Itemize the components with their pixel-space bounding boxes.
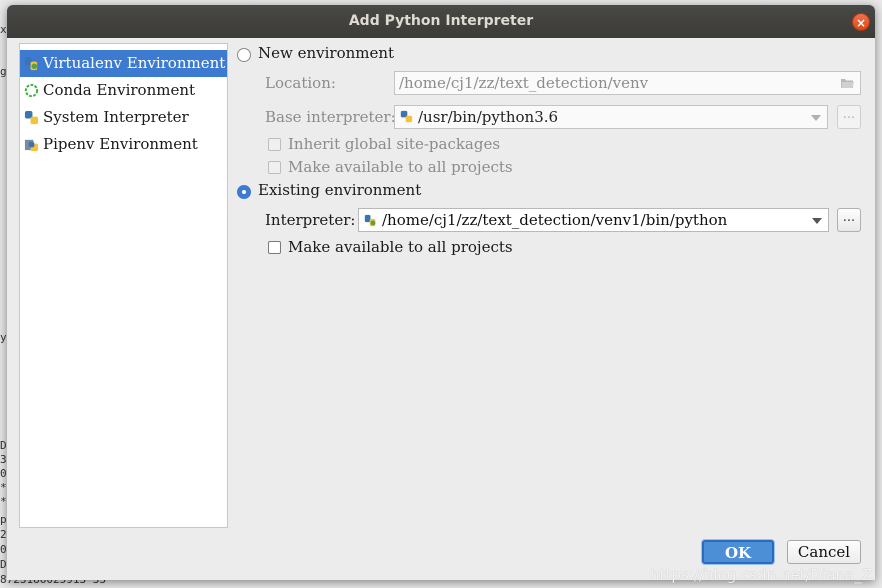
close-button[interactable]: ×	[852, 13, 870, 31]
folder-icon[interactable]	[840, 77, 855, 89]
python-icon	[24, 110, 39, 125]
location-field[interactable]: /home/cj1/zz/text_detection/venv	[394, 71, 861, 95]
base-interpreter-browse-button[interactable]: ...	[837, 105, 861, 129]
background-text: 0	[0, 467, 7, 480]
base-interpreter-value: /usr/bin/python3.6	[418, 108, 559, 126]
conda-icon	[24, 83, 39, 98]
dialog-title: Add Python Interpreter	[348, 13, 534, 29]
cancel-button[interactable]: Cancel	[787, 540, 861, 564]
ok-button[interactable]: OK	[702, 540, 774, 564]
watermark-text: https://blog.csdn.net/Diana_Z	[650, 566, 872, 584]
python-icon	[400, 110, 413, 123]
interpreter-value: /home/cj1/zz/text_detection/venv1/bin/py…	[382, 211, 728, 229]
existing-env-make-available-checkbox[interactable]	[268, 241, 281, 254]
interpreter-label: Interpreter:	[265, 211, 356, 229]
environment-type-list: Virtualenv Environment Conda Environment…	[19, 43, 228, 528]
interpreter-select[interactable]: /home/cj1/zz/text_detection/venv1/bin/py…	[358, 208, 829, 232]
interpreter-browse-button[interactable]: ...	[837, 208, 861, 232]
sidebar-item-label: Pipenv Environment	[43, 135, 198, 153]
sidebar-item-conda[interactable]: Conda Environment	[20, 77, 227, 104]
new-env-make-available-checkbox[interactable]	[268, 161, 281, 174]
background-text: p	[0, 513, 7, 526]
virtualenv-icon	[364, 214, 376, 227]
background-text: *	[0, 495, 7, 508]
sidebar-item-system[interactable]: System Interpreter	[20, 104, 227, 131]
add-python-interpreter-dialog: Add Python Interpreter × Virtualenv Envi…	[7, 5, 875, 580]
existing-env-make-available-label: Make available to all projects	[288, 238, 513, 256]
new-env-make-available-label: Make available to all projects	[288, 158, 513, 176]
new-environment-radio[interactable]	[237, 48, 251, 62]
background-text: g	[0, 65, 7, 78]
background-text: *	[0, 481, 7, 494]
sidebar-item-label: Conda Environment	[43, 81, 196, 99]
existing-environment-radio[interactable]	[237, 185, 251, 199]
background-text: y	[0, 331, 7, 344]
sidebar-item-pipenv[interactable]: Pipenv Environment	[20, 131, 227, 158]
chevron-down-icon	[811, 115, 821, 121]
base-interpreter-select[interactable]: /usr/bin/python3.6	[394, 105, 828, 129]
sidebar-item-label: System Interpreter	[43, 108, 189, 126]
dialog-titlebar[interactable]: Add Python Interpreter ×	[7, 5, 875, 38]
location-label: Location:	[265, 74, 336, 92]
inherit-site-packages-checkbox[interactable]	[268, 138, 281, 151]
background-text: 0	[0, 543, 7, 556]
base-interpreter-label: Base interpreter:	[265, 108, 396, 126]
location-value: /home/cj1/zz/text_detection/venv	[399, 74, 649, 92]
virtualenv-icon	[24, 56, 38, 71]
pipenv-icon	[24, 139, 39, 152]
sidebar-item-virtualenv[interactable]: Virtualenv Environment	[20, 50, 227, 77]
sidebar-item-label: Virtualenv Environment	[43, 54, 226, 72]
new-environment-label: New environment	[258, 44, 395, 62]
chevron-down-icon	[812, 218, 822, 224]
existing-environment-label: Existing environment	[258, 181, 422, 199]
inherit-site-packages-label: Inherit global site-packages	[288, 135, 501, 153]
